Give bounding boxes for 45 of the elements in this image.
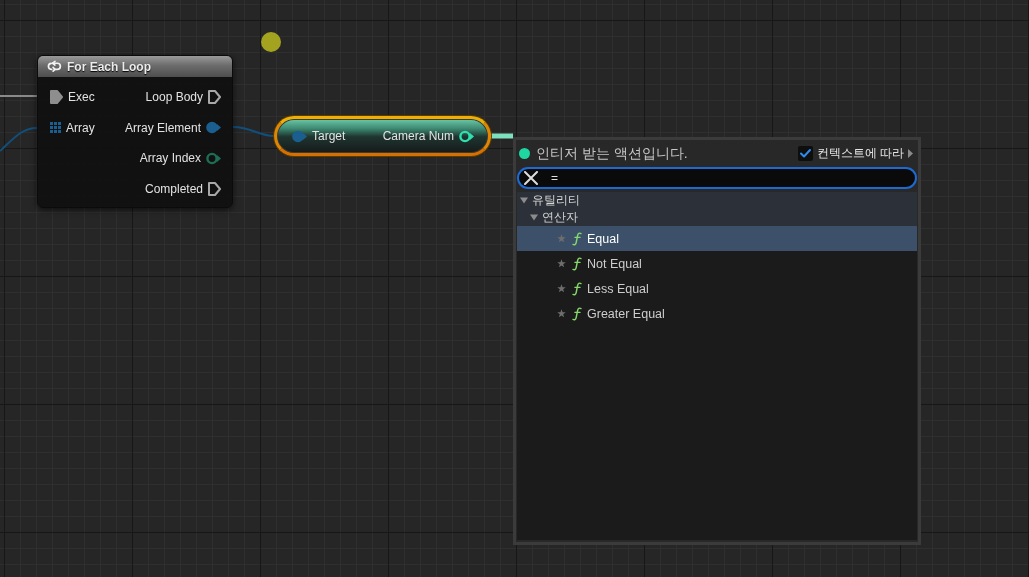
exec-wire	[0, 95, 38, 97]
exec-pin-icon[interactable]	[208, 181, 221, 196]
checkbox-label: 컨텍스트에 따라	[816, 145, 904, 162]
menu-title: 인티저 받는 액션입니다.	[536, 144, 688, 163]
pin-label: Camera Num	[382, 129, 454, 143]
for-each-loop-node[interactable]: For Each Loop Exec Array Loop Body Array Element Array Index Completed	[37, 55, 233, 208]
action-item[interactable]: Greater Equal	[517, 301, 917, 326]
check-icon	[799, 149, 811, 158]
pin-label: Exec	[68, 90, 95, 105]
action-item[interactable]: Not Equal	[517, 251, 917, 276]
function-icon	[572, 281, 582, 296]
pin-label: Completed	[144, 181, 203, 196]
pin-label: Array	[66, 120, 95, 135]
data-pin-icon[interactable]	[459, 129, 474, 143]
category-row[interactable]: 연산자	[517, 209, 917, 226]
pin-label: Array Index	[139, 151, 201, 166]
clear-icon[interactable]	[524, 171, 538, 185]
function-node[interactable]: Target Camera Num	[274, 116, 491, 156]
dot-icon	[261, 32, 281, 52]
action-item[interactable]: Less Equal	[517, 276, 917, 301]
object-wire	[232, 126, 275, 137]
node-title: For Each Loop	[67, 59, 151, 74]
action-item[interactable]: Equal	[517, 226, 917, 251]
status-dot-icon	[519, 148, 530, 159]
star-icon[interactable]	[557, 234, 566, 243]
pin-label: Target	[312, 129, 346, 143]
pin-label: Loop Body	[145, 90, 203, 105]
star-icon[interactable]	[557, 284, 566, 293]
loop-icon	[47, 59, 62, 74]
exec-pin-icon[interactable]	[50, 90, 63, 105]
array-wire	[0, 127, 38, 152]
category-row[interactable]: 유틸리티	[517, 192, 917, 209]
pin-label: Array Element	[124, 120, 201, 135]
function-icon	[572, 256, 582, 271]
function-icon	[572, 306, 582, 321]
star-icon[interactable]	[557, 259, 566, 268]
search-field[interactable]: =	[517, 167, 917, 189]
star-icon[interactable]	[557, 309, 566, 318]
context-checkbox[interactable]	[797, 146, 813, 161]
expand-arrow-icon[interactable]	[908, 149, 913, 158]
exec-pin-icon[interactable]	[208, 90, 221, 105]
array-pin-icon[interactable]	[50, 122, 61, 134]
function-icon	[572, 231, 582, 246]
caret-icon	[520, 197, 528, 204]
caret-icon	[530, 214, 538, 221]
